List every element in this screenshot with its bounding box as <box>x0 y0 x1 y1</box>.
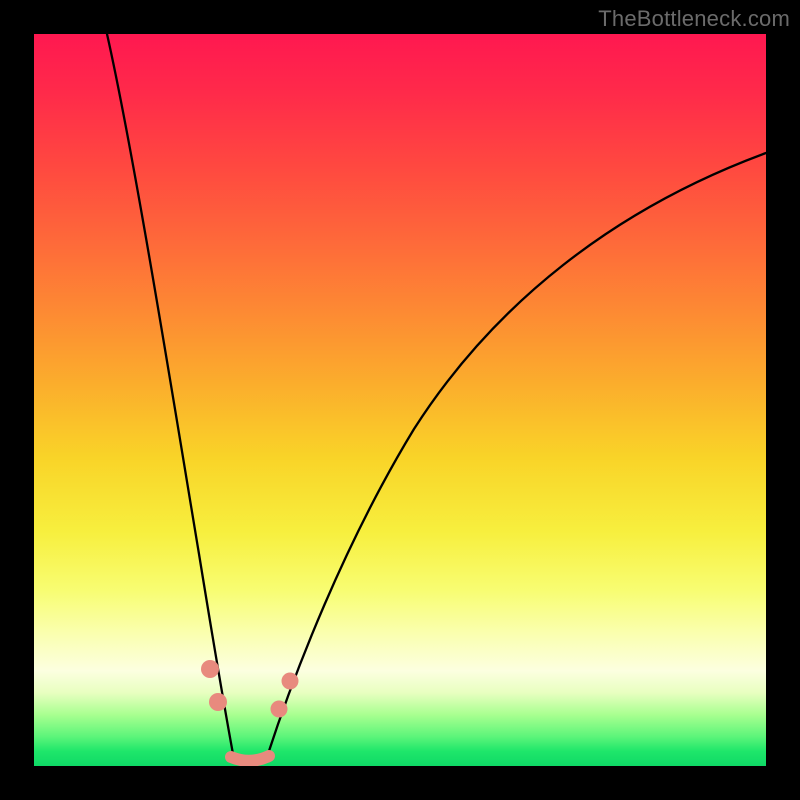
marker-left-upper <box>201 660 219 678</box>
marker-left-lower <box>209 693 227 711</box>
marker-floor <box>231 756 269 761</box>
chart-svg <box>34 34 766 766</box>
marker-right-upper <box>282 673 299 690</box>
curve-left-branch <box>107 34 233 754</box>
plot-area <box>34 34 766 766</box>
outer-frame: TheBottleneck.com <box>0 0 800 800</box>
marker-right-lower <box>271 701 288 718</box>
watermark-text: TheBottleneck.com <box>598 6 790 32</box>
curve-right-branch <box>268 153 766 754</box>
